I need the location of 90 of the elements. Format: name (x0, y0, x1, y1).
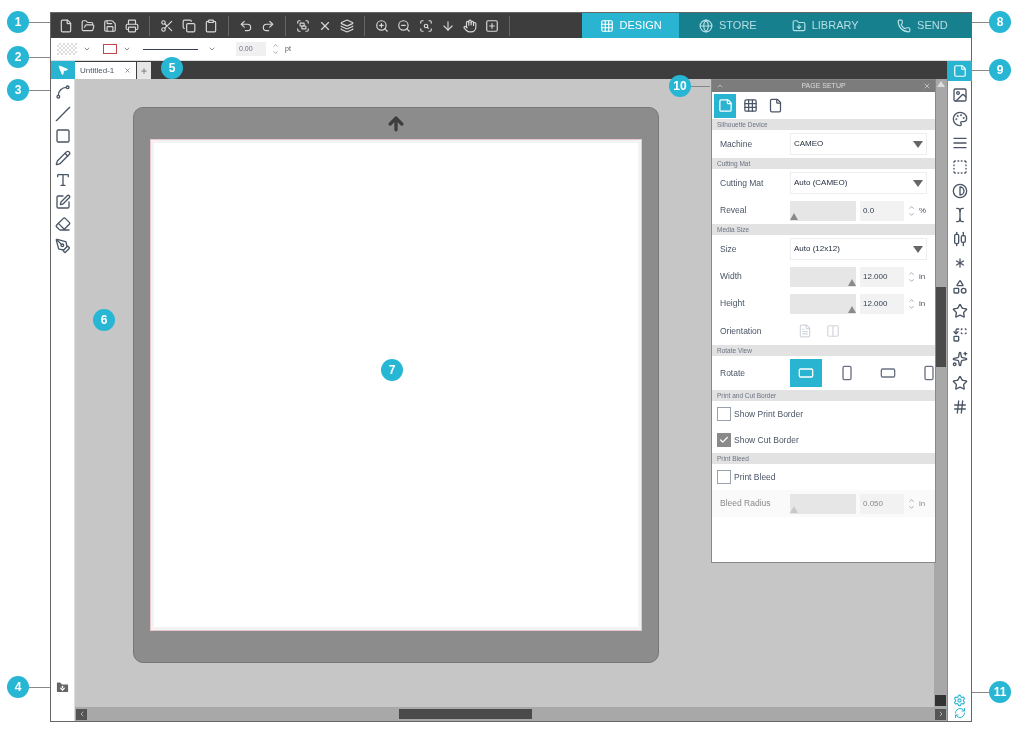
field-label: Height (720, 297, 746, 310)
align-icon[interactable] (951, 231, 968, 247)
edit-tool-icon[interactable] (54, 194, 71, 210)
frame-icon[interactable] (951, 159, 968, 175)
number-field[interactable]: 12.000 (860, 266, 904, 287)
shapes-icon[interactable] (951, 279, 968, 295)
checkbox[interactable] (717, 433, 731, 447)
slider[interactable] (790, 200, 856, 221)
replace-icon[interactable] (951, 327, 968, 343)
sheet-icon (767, 98, 783, 113)
check-icon (719, 435, 729, 445)
field-label: Rotate (720, 366, 747, 380)
checkbox[interactable] (717, 407, 731, 421)
star-badge-icon[interactable] (951, 303, 968, 319)
dropdown[interactable]: Auto (12x12) (790, 238, 927, 260)
close-icon[interactable] (124, 67, 132, 74)
dropdown[interactable]: Auto (CAMEO) (790, 172, 927, 194)
portrait-rotate-icon (839, 365, 855, 381)
callout-badge: 2 (7, 46, 29, 68)
plus-icon (140, 66, 149, 75)
caret-icon (83, 45, 91, 53)
eraser-tool-icon[interactable] (54, 216, 71, 232)
checkbox-label: Show Print Border (734, 407, 803, 421)
unit-label: in (919, 270, 926, 283)
callout-badge: 8 (989, 11, 1011, 33)
line-color-swatch[interactable] (103, 44, 117, 54)
add-tab-button[interactable] (137, 62, 152, 79)
text-tool-icon[interactable] (54, 172, 71, 188)
document-tab[interactable]: Untitled-1 (75, 62, 137, 79)
callout-badge: 1 (7, 11, 29, 33)
grid-icon (599, 18, 614, 33)
unit-label: in (919, 297, 926, 310)
page-icon (717, 98, 733, 113)
callout-badge: 5 (161, 57, 183, 79)
globe-icon (699, 18, 713, 33)
leader-line (29, 90, 50, 91)
leader-line (29, 687, 50, 688)
unit-label: in (919, 497, 926, 510)
leader-line (29, 22, 50, 23)
pencil-tool-icon[interactable] (54, 150, 71, 166)
hatch-icon[interactable] (951, 399, 968, 415)
caret-icon (208, 45, 216, 53)
library-folder-icon[interactable] (55, 680, 70, 695)
palette-icon[interactable] (951, 111, 968, 127)
rectangle-tool-icon[interactable] (54, 128, 71, 144)
field-label: Bleed Radius (720, 497, 772, 510)
grid-icon (742, 98, 758, 113)
callout-badge: 9 (989, 59, 1011, 81)
callout-badge: 11 (989, 681, 1011, 703)
field-label: Orientation (720, 324, 763, 338)
knife-tool-icon[interactable] (54, 238, 71, 254)
checkbox-label: Print Bleed (734, 470, 776, 484)
landscape-rotate-icon (798, 365, 814, 381)
load-arrow-icon (386, 114, 406, 134)
callout-badge: 4 (7, 676, 29, 698)
number-field[interactable]: 12.000 (860, 293, 904, 314)
unit-label: % (919, 204, 927, 217)
checkbox[interactable] (717, 470, 731, 484)
field-label: Cutting Mat (720, 176, 765, 190)
field-label: Width (720, 270, 743, 283)
line-tool-icon[interactable] (54, 106, 71, 122)
page-setup-icon[interactable] (947, 61, 972, 81)
leader-line (972, 22, 989, 23)
dropdown[interactable]: CAMEO (790, 133, 927, 155)
image-icon[interactable] (951, 87, 968, 103)
sparkles-icon[interactable] (951, 351, 968, 367)
field-label: Size (720, 242, 738, 256)
leader-line (29, 57, 50, 58)
lines-icon[interactable] (951, 135, 968, 151)
line-style-dropdown[interactable] (143, 45, 216, 53)
leader-line (972, 70, 989, 71)
slider[interactable] (790, 293, 856, 314)
callout-badge: 3 (7, 79, 29, 101)
star-icon[interactable] (951, 375, 968, 391)
select-tool[interactable] (50, 61, 75, 79)
number-field[interactable]: 0.0 (860, 200, 904, 221)
landscape-rotate-icon (880, 365, 896, 381)
caret-icon (123, 45, 131, 53)
pointer-icon (56, 64, 69, 76)
field-label: Machine (720, 137, 754, 151)
leader-line (972, 692, 989, 693)
folder-icon (791, 18, 806, 33)
curve-tool-icon[interactable] (54, 84, 71, 100)
contrast-icon[interactable] (951, 183, 968, 199)
field-label: Reveal (720, 204, 748, 217)
fill-swatch[interactable] (57, 43, 77, 55)
slider[interactable] (790, 266, 856, 287)
horizontal-scrollbar[interactable] (75, 707, 947, 721)
checkbox-label: Show Cut Border (734, 433, 799, 447)
portrait-rotate-icon (921, 365, 937, 381)
